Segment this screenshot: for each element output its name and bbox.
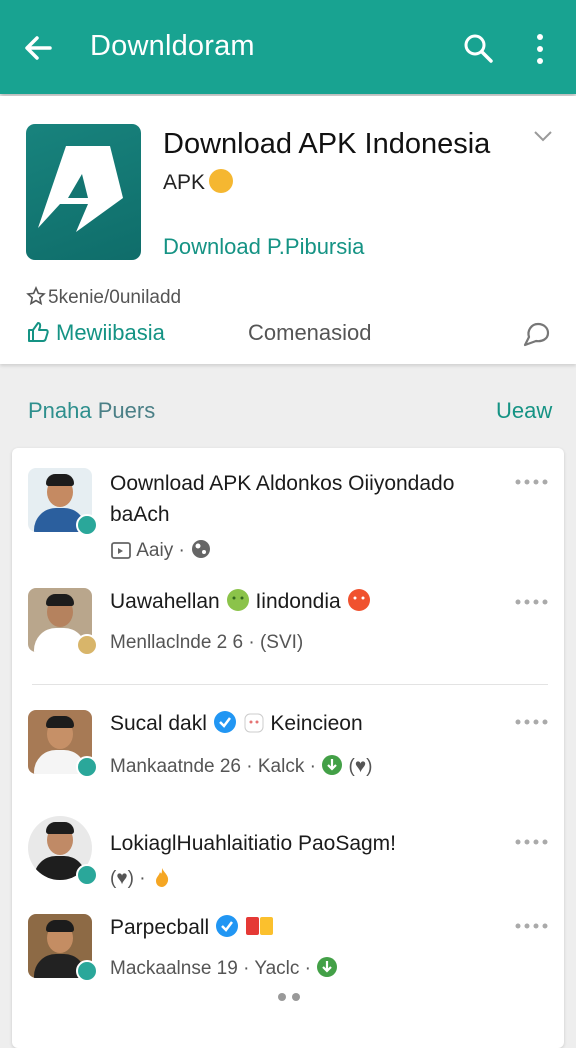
more-horiz-icon[interactable] (514, 478, 548, 486)
item-meta: (♥) · (110, 866, 173, 890)
app-bar-title: Downldoram (90, 30, 255, 62)
share-icon[interactable] (520, 318, 552, 350)
item-meta: Mackaalnse 19 · Yaclc · (110, 956, 338, 980)
rating-text: 5kenie/0uniladd (48, 287, 182, 308)
section-title: Pnaha Puers (28, 398, 155, 424)
star-icon (26, 286, 46, 306)
globe-icon (192, 540, 211, 558)
item-title-b: Keincieon (270, 712, 363, 735)
verified-blue-icon (213, 711, 236, 733)
emoji-green-icon (226, 589, 249, 611)
section-title-a: Pnaha (28, 398, 92, 423)
item-meta-text: Mankaatnde 26 · Kalck (110, 756, 305, 777)
item-meta-text: Aaiy (136, 540, 174, 561)
item-title: Uawahellan Iindondia (110, 586, 371, 617)
item-meta: Menllaclnde 2 6 · (SVI) (110, 632, 304, 653)
item-title-b: Iindondia (255, 590, 341, 613)
app-name: Download APK Indonesia (163, 128, 491, 160)
item-meta: Mankaatnde 26 · Kalck · (♥) (110, 754, 372, 778)
download-green-icon (322, 755, 343, 775)
verified-blue-icon (216, 915, 239, 937)
item-title-a: Parpecball (110, 916, 210, 939)
verified-badge-icon (76, 634, 98, 656)
app-detail-card: Download APK Indonesia APK Download P.Pi… (0, 96, 576, 364)
rating-line: 5kenie/0uniladd (26, 286, 181, 309)
verified-badge-icon (76, 960, 98, 982)
thumbs-up-icon (28, 322, 49, 342)
comment-button[interactable]: Comenasiod (248, 320, 372, 346)
action-row: Mewiibasia Comenasiod (26, 320, 556, 354)
item-title: Parpecball (110, 912, 275, 943)
item-meta-sep: · (173, 540, 191, 561)
app-download-link[interactable]: Download P.Pibursia (163, 234, 364, 260)
calendar-icon (111, 542, 131, 559)
app-logo-mark-icon (38, 146, 123, 232)
item-title: Sucal dakl Keincieon (110, 708, 363, 739)
pager-dots-icon (278, 993, 300, 1001)
like-button[interactable]: Mewiibasia (26, 320, 165, 346)
divider (32, 684, 548, 685)
chevron-down-icon[interactable] (532, 128, 554, 144)
item-meta: Aaiy · (110, 538, 212, 562)
more-horiz-icon[interactable] (514, 838, 548, 846)
download-green-icon (317, 957, 338, 977)
section-title-b: Puers (91, 398, 156, 423)
verified-badge-icon (76, 756, 98, 778)
emoji-icon (209, 169, 234, 193)
more-horiz-icon[interactable] (514, 922, 548, 930)
emoji-face-icon (244, 713, 264, 733)
more-vert-icon[interactable] (528, 32, 552, 66)
item-title: LokiaglHuahlaitiatio PaoSagm! (110, 832, 397, 855)
verified-badge-icon (76, 514, 98, 536)
search-icon[interactable] (462, 32, 494, 64)
back-arrow-icon[interactable] (20, 30, 56, 66)
item-meta-sep: · (304, 756, 322, 777)
app-subtitle-text: APK (163, 171, 206, 194)
app-logo (26, 124, 141, 260)
item-title: Oownload APK Aldonkos Oiiyondado baAch (110, 472, 455, 526)
more-horiz-icon[interactable] (514, 718, 548, 726)
item-meta-text: Mackaalnse 19 · Yaclc · (110, 958, 311, 979)
emoji-red-icon (347, 589, 370, 611)
like-button-label: Mewiibasia (56, 320, 165, 345)
verified-badge-icon (76, 864, 98, 886)
post-list-card: Oownload APK Aldonkos Oiiyondado baAch A… (12, 448, 564, 1048)
view-all-link[interactable]: Ueaw (496, 398, 552, 424)
item-meta-text: (♥) · (110, 868, 146, 889)
item-title-a: Uawahellan (110, 590, 220, 613)
emoji-bag-icon (245, 917, 273, 935)
app-subtitle: APK (163, 169, 234, 195)
more-horiz-icon[interactable] (514, 598, 548, 606)
app-bar: Downldoram (0, 0, 576, 94)
item-title-a: Sucal dakl (110, 712, 207, 735)
item-meta-extra: (♥) (348, 756, 373, 777)
fire-icon (155, 868, 168, 887)
